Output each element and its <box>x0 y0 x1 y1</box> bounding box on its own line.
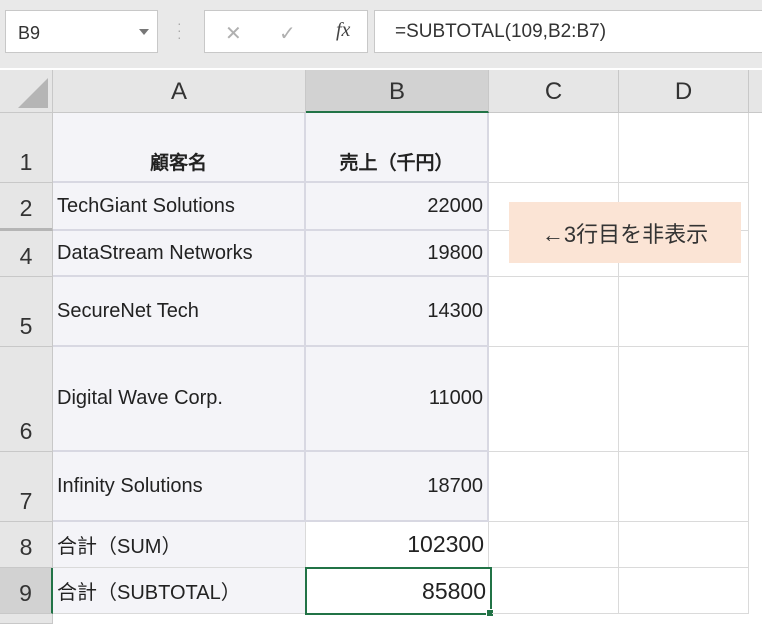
cell-d7[interactable] <box>619 452 749 522</box>
cell-b1[interactable]: 売上（千円） <box>306 113 489 183</box>
cell-c9[interactable] <box>492 568 619 614</box>
hidden-row-note: ←3行目を非表示 <box>509 202 741 263</box>
cell-b9[interactable]: 85800 <box>305 567 492 615</box>
cancel-icon[interactable]: ✕ <box>225 21 242 46</box>
cell-c1[interactable] <box>489 113 619 183</box>
fx-icon[interactable]: fx <box>336 19 350 42</box>
name-box-value[interactable]: B9 <box>18 23 40 44</box>
row-header-5[interactable]: 5 <box>0 277 53 347</box>
cell-d1[interactable] <box>619 113 749 183</box>
cell-c8[interactable] <box>489 522 619 568</box>
column-header-e[interactable] <box>749 70 762 113</box>
cell-a4[interactable]: DataStream Networks <box>53 231 306 277</box>
cell-a1[interactable]: 顧客名 <box>53 113 306 183</box>
row-header-6[interactable]: 6 <box>0 347 53 452</box>
column-header-d[interactable]: D <box>619 70 749 113</box>
cell-a2[interactable]: TechGiant Solutions <box>53 183 306 231</box>
formula-text[interactable]: =SUBTOTAL(109,B2:B7) <box>395 21 606 43</box>
name-box[interactable]: B9 <box>5 10 158 53</box>
cell-c7[interactable] <box>489 452 619 522</box>
cell-b4[interactable]: 19800 <box>306 231 489 277</box>
formula-input[interactable]: =SUBTOTAL(109,B2:B7) <box>374 10 762 53</box>
formula-buttons: ✕ ✓ fx <box>204 10 368 53</box>
row-header-7[interactable]: 7 <box>0 452 53 522</box>
cell-c6[interactable] <box>489 347 619 452</box>
cell-b8[interactable]: 102300 <box>306 522 489 568</box>
column-header-a[interactable]: A <box>53 70 306 113</box>
row-header-1[interactable]: 1 <box>0 113 53 183</box>
cell-b2[interactable]: 22000 <box>306 183 489 231</box>
cell-d6[interactable] <box>619 347 749 452</box>
column-header-b[interactable]: B <box>306 70 489 113</box>
column-header-c[interactable]: C <box>489 70 619 113</box>
dropdown-icon[interactable] <box>139 29 149 35</box>
cell-a7[interactable]: Infinity Solutions <box>53 452 306 522</box>
cell-b5[interactable]: 14300 <box>306 277 489 347</box>
cell-d5[interactable] <box>619 277 749 347</box>
enter-icon[interactable]: ✓ <box>279 21 296 46</box>
cell-d8[interactable] <box>619 522 749 568</box>
row-header-2[interactable]: 2 <box>0 183 53 231</box>
formula-bar: B9 · · · ✕ ✓ fx =SUBTOTAL(109,B2:B7) <box>0 0 762 68</box>
cell-a9[interactable]: 合計（SUBTOTAL） <box>53 568 306 614</box>
cell-a6[interactable]: Digital Wave Corp. <box>53 347 306 452</box>
grip-icon[interactable]: · · · <box>177 16 182 44</box>
cell-a8[interactable]: 合計（SUM） <box>53 522 306 568</box>
row-header-4[interactable]: 4 <box>0 231 53 277</box>
row-header-8[interactable]: 8 <box>0 522 53 568</box>
select-all-icon[interactable] <box>0 70 53 113</box>
cell-d9[interactable] <box>619 568 749 614</box>
cell-b6[interactable]: 11000 <box>306 347 489 452</box>
cell-b7[interactable]: 18700 <box>306 452 489 522</box>
row-header-9[interactable]: 9 <box>0 568 53 614</box>
cell-a5[interactable]: SecureNet Tech <box>53 277 306 347</box>
row-header-10[interactable] <box>0 614 53 624</box>
cell-c5[interactable] <box>489 277 619 347</box>
